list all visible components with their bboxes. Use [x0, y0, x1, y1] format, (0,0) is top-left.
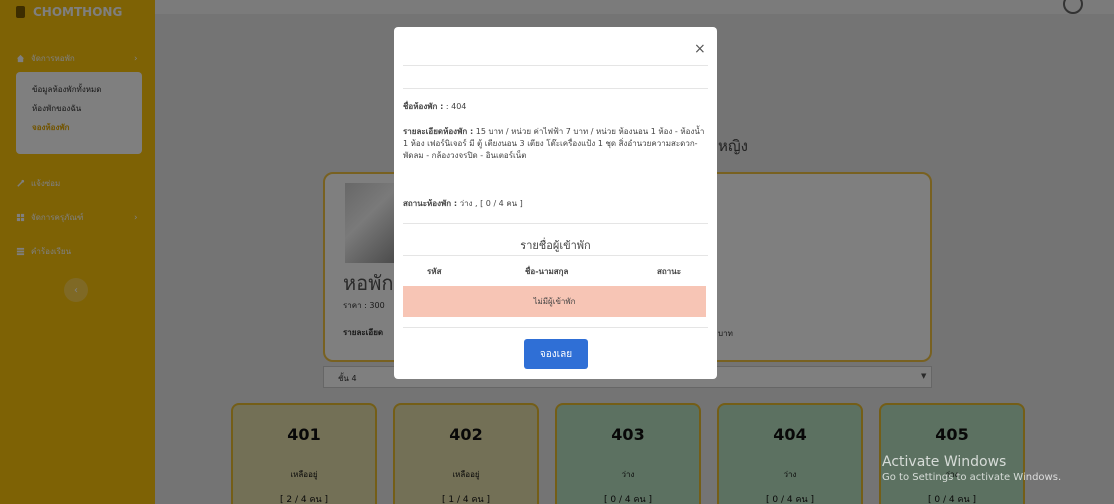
column-header-status: สถานะ	[657, 267, 681, 276]
divider	[403, 88, 708, 89]
divider	[403, 65, 708, 66]
watermark-line2: Go to Settings to activate Windows.	[882, 472, 1062, 483]
room-name-row: ชื่อห้องพัก : : 404	[403, 101, 709, 113]
room-name-label: ชื่อห้องพัก :	[403, 102, 444, 111]
room-status-value: ว่าง , [ 0 / 4 คน ]	[459, 199, 523, 208]
column-header-id: รหัส	[427, 267, 442, 276]
activation-watermark: Activate Windows Go to Settings to activ…	[882, 454, 1061, 483]
column-header-name: ชื่อ-นามสกุล	[525, 267, 569, 276]
room-status-row: สถานะห้องพัก : ว่าง , [ 0 / 4 คน ]	[403, 198, 709, 210]
tenant-list-title: รายชื่อผู้เข้าพัก	[520, 239, 591, 252]
divider	[403, 223, 708, 224]
divider	[403, 255, 708, 256]
close-icon[interactable]: ×	[694, 41, 706, 57]
empty-tenant-row: ไม่มีผู้เข้าพัก	[403, 286, 706, 317]
room-detail-row: รายละเอียดห้องพัก : 15 บาท / หน่วย ค่าไฟ…	[403, 126, 709, 162]
room-detail-modal: × ชื่อห้องพัก : : 404 รายละเอียดห้องพัก …	[394, 27, 717, 379]
divider	[403, 327, 708, 328]
watermark-line1: Activate Windows	[882, 454, 1007, 470]
book-now-button[interactable]: จองเลย	[524, 339, 588, 369]
room-detail-label: รายละเอียดห้องพัก :	[403, 127, 474, 136]
room-name-value: : 404	[445, 102, 467, 111]
room-status-label: สถานะห้องพัก :	[403, 199, 458, 208]
